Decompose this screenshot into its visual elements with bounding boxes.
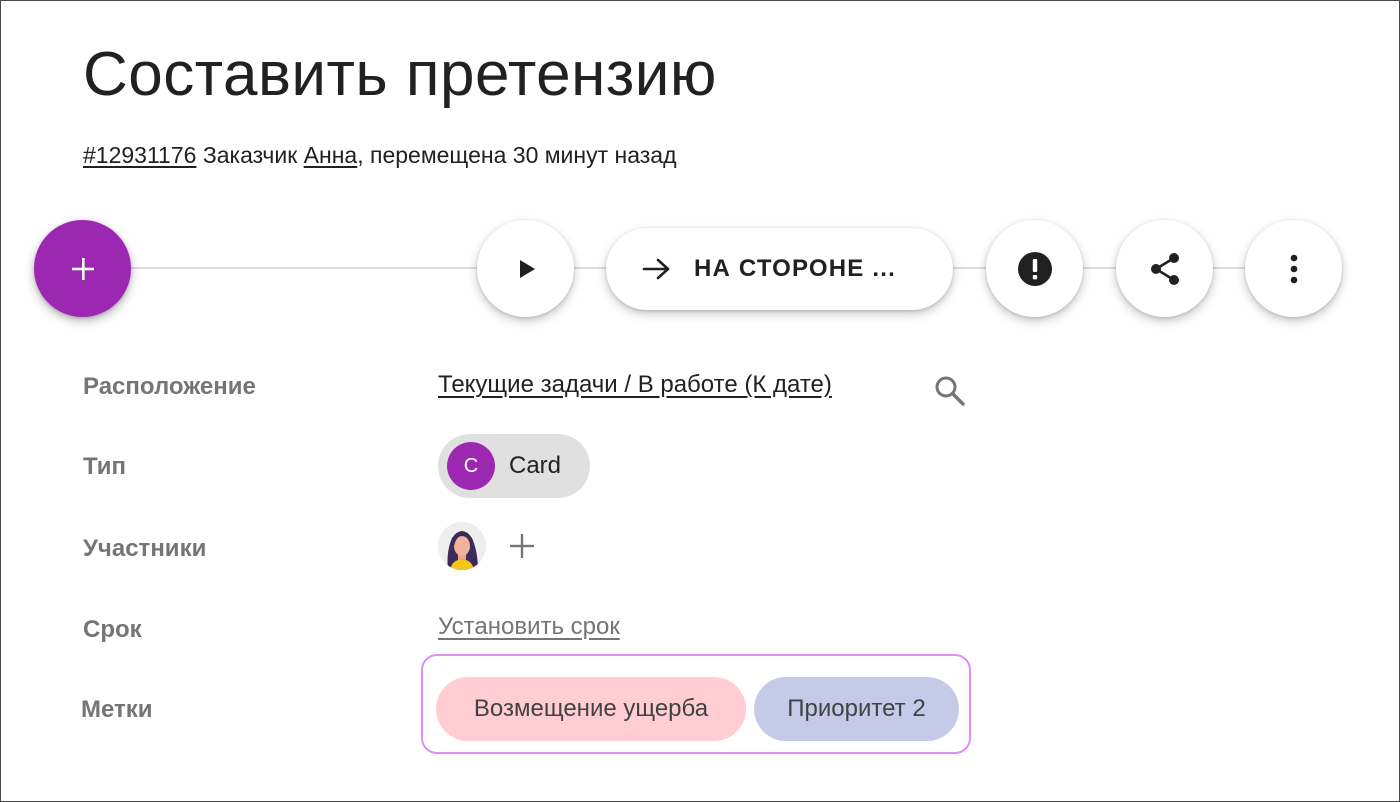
exclamation-circle-icon [1017,251,1052,286]
type-label: Тип [83,453,126,480]
more-vertical-icon [1290,254,1297,283]
page-title: Составить претензию [83,40,717,109]
share-button[interactable] [1116,220,1213,317]
members-label: Участники [83,535,207,562]
arrow-right-icon [642,257,672,281]
moved-text: , перемещена 30 минут назад [357,142,677,168]
status-button-label: НА СТОРОНЕ ... [694,255,896,282]
card-id-link[interactable]: #12931176 [83,142,196,168]
tags-field[interactable]: Возмещение ущерба Приоритет 2 [421,654,971,754]
add-button[interactable] [34,220,131,317]
type-chip[interactable]: C Card [438,434,590,498]
more-button[interactable] [1245,220,1342,317]
alert-button[interactable] [986,220,1083,317]
tags-label: Метки [81,696,153,723]
search-icon[interactable] [933,374,967,413]
location-link[interactable]: Текущие задачи / В работе (К дате) [438,370,832,400]
action-bar: НА СТОРОНЕ ... [1,219,1400,319]
status-button[interactable]: НА СТОРОНЕ ... [606,228,953,310]
plus-icon [71,257,94,280]
tag-chip[interactable]: Приоритет 2 [754,677,959,741]
card-panel: Составить претензию #12931176 Заказчик А… [0,0,1400,802]
type-avatar: C [447,442,495,490]
location-label: Расположение [83,373,256,400]
plus-icon [510,534,534,558]
customer-link[interactable]: Анна [304,142,358,168]
share-icon [1150,252,1179,285]
member-avatar[interactable] [438,522,486,570]
play-button[interactable] [477,220,574,317]
due-label: Срок [83,616,142,643]
set-due-link[interactable]: Установить срок [438,612,620,642]
add-member-button[interactable] [508,532,536,565]
card-subtitle: #12931176 Заказчик Анна, перемещена 30 м… [83,140,677,170]
customer-prefix: Заказчик [202,142,298,168]
tag-chip[interactable]: Возмещение ущерба [436,677,746,741]
play-icon [519,259,535,278]
type-chip-label: Card [509,452,562,479]
